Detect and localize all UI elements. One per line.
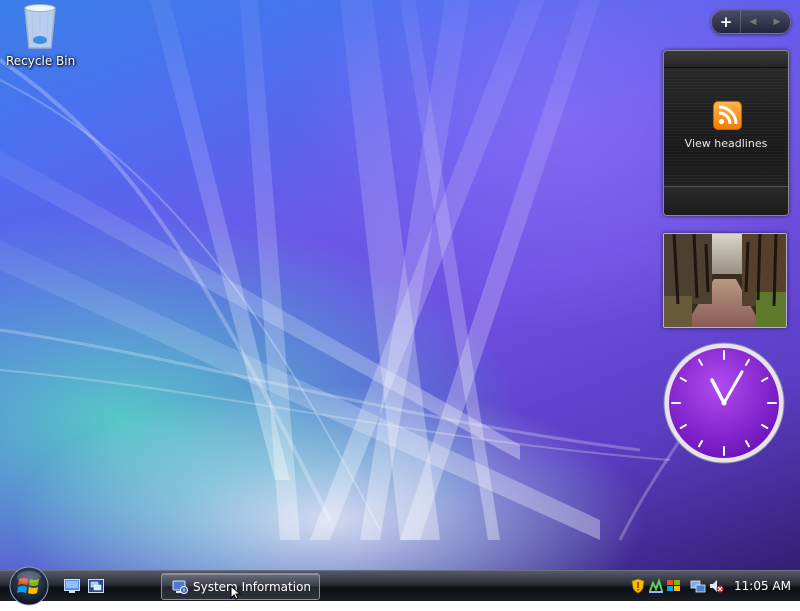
recycle-bin-label: Recycle Bin — [6, 54, 76, 68]
connection-icon[interactable] — [690, 578, 706, 594]
mouse-cursor-icon — [230, 584, 242, 600]
show-desktop-icon — [63, 578, 80, 593]
slideshow-gadget[interactable] — [663, 233, 787, 328]
start-button[interactable] — [8, 565, 50, 607]
taskbar-clock[interactable]: 11:05 AM — [734, 579, 791, 593]
windows-start-orb-icon — [9, 566, 49, 606]
gadget-top-bar — [664, 51, 788, 68]
desktop[interactable]: Recycle Bin + ◀ ▶ View headlines — [0, 0, 800, 600]
clock-gadget[interactable] — [662, 341, 786, 465]
view-headlines-link[interactable]: View headlines — [664, 137, 788, 150]
windows-update-icon[interactable] — [666, 578, 682, 594]
rss-feed-icon — [713, 101, 742, 130]
network-icon[interactable] — [648, 578, 664, 594]
slideshow-photo — [664, 234, 786, 327]
quick-launch-bar — [62, 576, 105, 595]
next-page-button[interactable]: ▶ — [765, 11, 789, 33]
recycle-bin-desktop-icon[interactable]: Recycle Bin — [6, 2, 76, 68]
system-information-icon — [172, 579, 188, 595]
show-desktop-button[interactable] — [62, 576, 81, 595]
clock-face-icon — [663, 342, 785, 464]
recycle-bin-icon — [20, 2, 60, 50]
switch-windows-button[interactable] — [86, 576, 105, 595]
gadget-bottom-bar — [664, 186, 788, 215]
taskbar-button-label: System Information — [193, 579, 312, 594]
add-gadget-button[interactable]: + — [712, 11, 741, 33]
volume-muted-icon[interactable] — [708, 578, 724, 594]
security-alert-icon[interactable] — [630, 578, 646, 594]
sidebar-controls: + ◀ ▶ — [711, 10, 791, 34]
notification-area: 11:05 AM — [630, 574, 800, 598]
switch-windows-icon — [87, 578, 104, 593]
taskbar: System Information 11:05 AM — [0, 566, 800, 606]
feed-headlines-gadget[interactable]: View headlines — [663, 50, 789, 216]
previous-page-button[interactable]: ◀ — [741, 11, 765, 33]
